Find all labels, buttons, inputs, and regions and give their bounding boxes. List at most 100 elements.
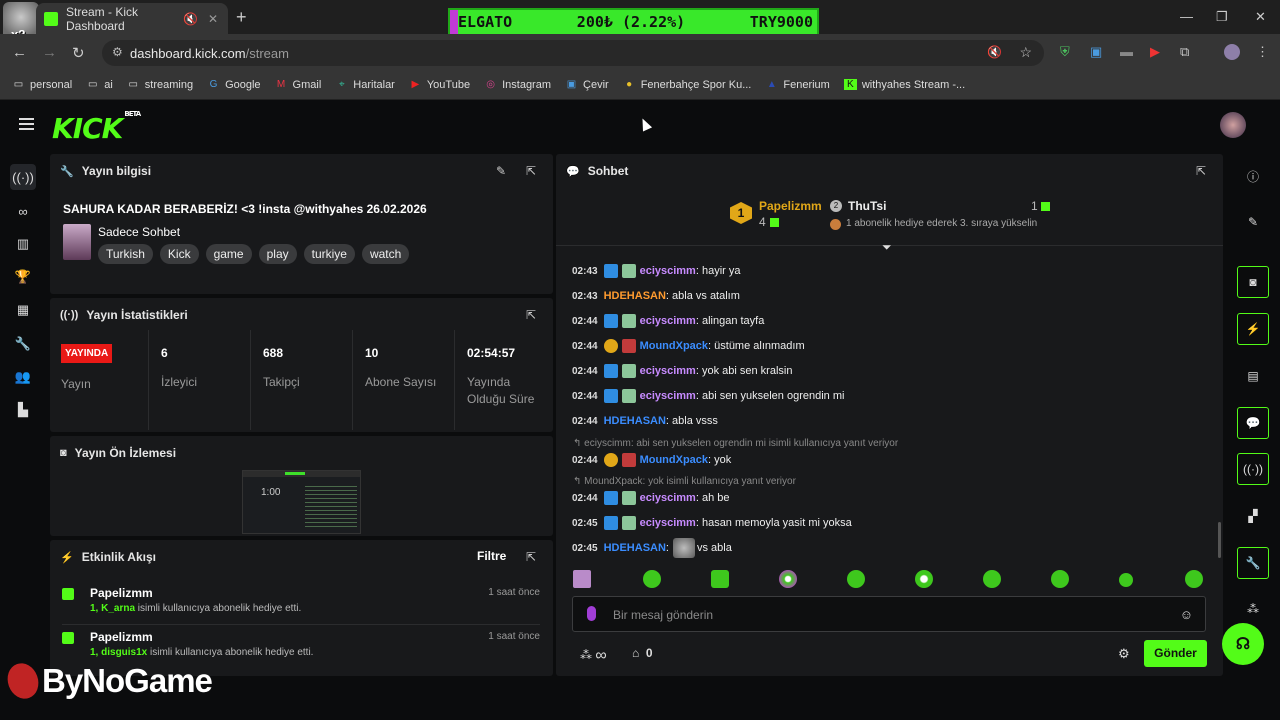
popout-icon[interactable]: ⇱ xyxy=(526,308,536,322)
edit-pencil-icon[interactable]: ✎ xyxy=(1237,206,1269,238)
support-headset-button[interactable]: ☊ xyxy=(1222,623,1264,665)
bookmark-maps[interactable]: ⌖ Haritalar xyxy=(335,79,395,91)
wrench-tool-icon[interactable]: 🔧 xyxy=(1237,547,1269,579)
dashboard-nav-icon[interactable]: ▙ xyxy=(10,397,36,423)
edit-pencil-icon[interactable]: ✎ xyxy=(496,164,506,178)
trophy-nav-icon[interactable]: 🏆 xyxy=(10,264,36,290)
browser-tab[interactable]: Stream - Kick Dashboard 🔇 ✕ xyxy=(36,3,228,34)
minimize-icon[interactable]: — xyxy=(1180,9,1193,24)
address-bar[interactable]: ⚙ dashboard.kick.com/stream 🔇 ☆ xyxy=(102,40,1044,66)
bookmark-fenerbahce[interactable]: ● Fenerbahçe Spor Ku... xyxy=(623,79,751,91)
hamburger-menu-icon[interactable] xyxy=(19,118,34,130)
live-stream-nav-icon[interactable]: ((·)) xyxy=(10,164,36,190)
site-info-icon[interactable]: ⚙ xyxy=(112,45,123,59)
tag-chip[interactable]: watch xyxy=(361,244,410,264)
emoji-picker-icon[interactable]: ☺ xyxy=(1180,607,1193,622)
stream-preview-video[interactable]: 1:00 xyxy=(242,470,361,534)
popout-icon[interactable]: ⇱ xyxy=(526,164,536,178)
chat-username[interactable]: eciyscimm xyxy=(640,492,696,504)
profile-avatar[interactable] xyxy=(1224,44,1240,60)
forward-icon[interactable]: → xyxy=(42,44,57,61)
mute-tab-icon[interactable]: 🔇 xyxy=(183,12,198,26)
emote-icon[interactable] xyxy=(1051,570,1069,588)
layout-tool-icon[interactable]: ▞ xyxy=(1237,500,1269,532)
emote-icon[interactable] xyxy=(1185,570,1203,588)
analytics-nav-icon[interactable]: ▥ xyxy=(10,231,36,257)
dark-extension-icon[interactable]: ▬ xyxy=(1120,44,1133,59)
info-icon[interactable]: ⓘ xyxy=(1237,160,1269,192)
reload-icon[interactable]: ↻ xyxy=(72,44,85,62)
lightning-tool-icon[interactable]: ⚡ xyxy=(1237,313,1269,345)
emote-icon[interactable] xyxy=(1119,573,1133,587)
community-nav-icon[interactable]: 👥 xyxy=(10,364,36,390)
chat-username[interactable]: eciyscimm xyxy=(640,390,696,402)
bookmark-withyahes[interactable]: Kwithyahes Stream -... xyxy=(843,79,965,91)
bookmark-streaming[interactable]: ▭ streaming xyxy=(127,79,194,91)
chat-username[interactable]: HDEHASAN xyxy=(604,415,666,427)
extensions-puzzle-icon[interactable]: ⧉ xyxy=(1180,44,1189,60)
bookmark-star-icon[interactable]: ☆ xyxy=(1019,44,1032,61)
url-path: /stream xyxy=(245,45,289,61)
user-avatar[interactable] xyxy=(1220,112,1246,138)
shield-extension-icon[interactable]: ⛨ xyxy=(1060,44,1070,60)
bookmark-google[interactable]: G Google xyxy=(207,79,261,91)
bookmark-translate[interactable]: ▣ Çevir xyxy=(565,79,609,91)
emote-icon[interactable] xyxy=(847,570,865,588)
chat-scrollbar[interactable] xyxy=(1218,522,1221,558)
broadcast-tool-icon[interactable]: ((·)) xyxy=(1237,453,1269,485)
maximize-icon[interactable]: ❐ xyxy=(1216,9,1228,25)
bookmark-youtube[interactable]: ▶ YouTube xyxy=(409,79,471,91)
filter-button[interactable]: Filtre xyxy=(477,549,506,563)
emote-icon[interactable] xyxy=(915,570,933,588)
collapse-chevron-icon[interactable]: ⏷ xyxy=(882,240,892,255)
bookmark-ai[interactable]: ▭ ai xyxy=(86,79,113,91)
translate-extension-icon[interactable]: ▣ xyxy=(1090,44,1102,60)
tools-nav-icon[interactable]: 🔧 xyxy=(10,331,36,357)
chat-username[interactable]: eciyscimm xyxy=(640,315,696,327)
bookmark-gmail[interactable]: M Gmail xyxy=(275,79,321,91)
links-nav-icon[interactable]: ∞ xyxy=(10,198,36,224)
chat-settings-icon[interactable]: ⚙ xyxy=(1118,646,1130,662)
tag-chip[interactable]: Turkish xyxy=(98,244,153,264)
bookmark-personal[interactable]: ▭ personal xyxy=(12,79,72,91)
chat-username[interactable]: HDEHASAN xyxy=(604,290,666,302)
close-window-icon[interactable]: ✕ xyxy=(1255,9,1266,25)
chat-message-input[interactable] xyxy=(613,605,1153,625)
tag-chip[interactable]: play xyxy=(258,244,297,264)
popout-icon[interactable]: ⇱ xyxy=(526,550,536,564)
browser-menu-icon[interactable]: ⋮ xyxy=(1256,44,1269,60)
chat-username[interactable]: MoundXpack xyxy=(640,340,708,352)
bookmark-fenerium[interactable]: ▲ Fenerium xyxy=(765,79,830,91)
chat-username[interactable]: MoundXpack xyxy=(640,454,708,466)
chat-username[interactable]: eciyscimm xyxy=(640,517,696,529)
emote-icon[interactable] xyxy=(573,570,591,588)
reply-context: ↰ eciyscimm: abi sen yukselen ogrendin m… xyxy=(573,438,899,449)
back-icon[interactable]: ← xyxy=(12,44,27,61)
mute-site-icon[interactable]: 🔇 xyxy=(987,45,1002,59)
emote-icon[interactable] xyxy=(779,570,797,588)
tag-chip[interactable]: Kick xyxy=(159,244,199,264)
video-extension-icon[interactable]: ▶ xyxy=(1150,44,1160,60)
chat-username[interactable]: HDEHASAN xyxy=(604,542,666,554)
emote-icon[interactable] xyxy=(711,570,729,588)
emote-icon[interactable] xyxy=(983,570,1001,588)
send-button[interactable]: Gönder xyxy=(1144,640,1207,667)
video-nav-icon[interactable]: ▦ xyxy=(10,297,36,323)
community-tool-icon[interactable]: ⁂ xyxy=(1237,593,1269,625)
notes-tool-icon[interactable]: ▤ xyxy=(1237,360,1269,392)
popout-icon[interactable]: ⇱ xyxy=(1196,164,1206,178)
store-button[interactable]: ⌂ 0 xyxy=(632,646,653,660)
microphone-icon[interactable] xyxy=(587,606,596,621)
close-tab-icon[interactable]: ✕ xyxy=(208,12,218,26)
preview-tool-icon[interactable]: ◙ xyxy=(1237,266,1269,298)
kick-logo[interactable]: KICK BETA xyxy=(52,110,141,145)
emote-icon[interactable] xyxy=(643,570,661,588)
tag-chip[interactable]: game xyxy=(205,244,252,264)
tag-chip[interactable]: turkiye xyxy=(303,244,355,264)
chat-username[interactable]: eciyscimm xyxy=(640,365,696,377)
bookmark-instagram[interactable]: ◎ Instagram xyxy=(484,79,551,91)
new-tab-button[interactable]: + xyxy=(236,7,247,28)
channel-points[interactable]: ⁂ ∞ xyxy=(580,646,607,664)
chat-username[interactable]: eciyscimm xyxy=(640,265,696,277)
chat-tool-icon[interactable]: 💬 xyxy=(1237,407,1269,439)
